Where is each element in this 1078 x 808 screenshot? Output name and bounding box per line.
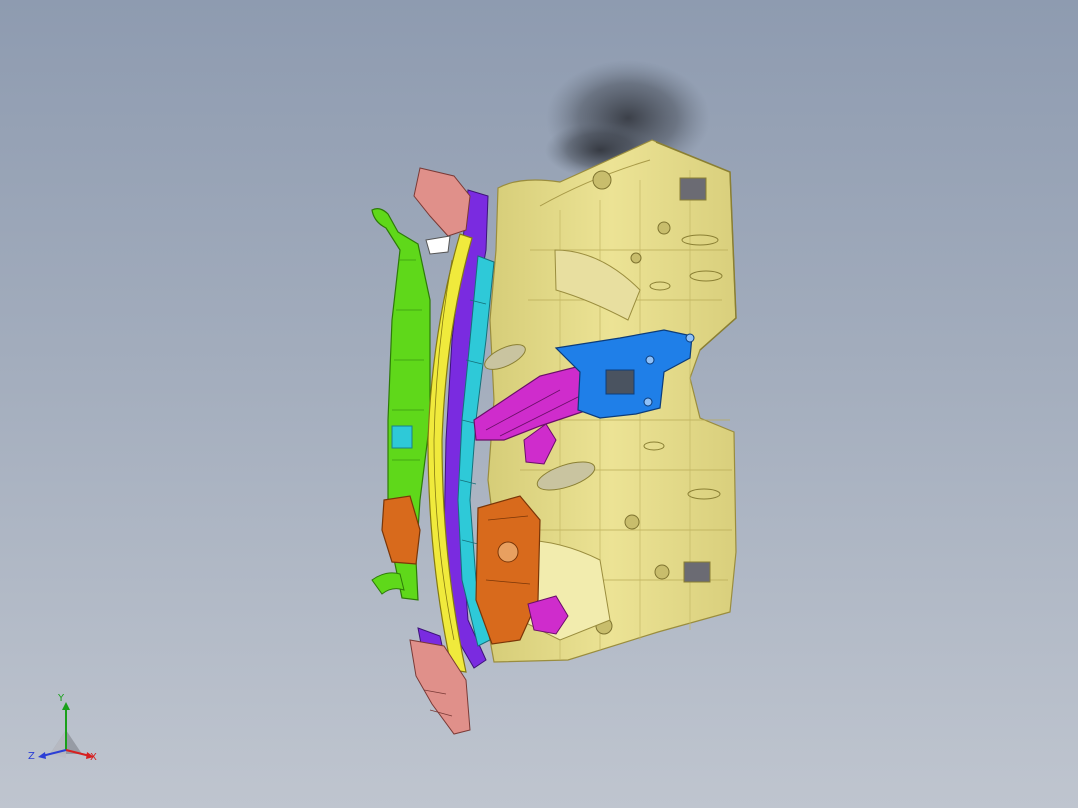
triad-y-label: Y [58, 693, 65, 704]
triad-z-label: Z [28, 751, 35, 762]
triad-x-label: X [90, 752, 97, 763]
model-view[interactable] [0, 0, 1078, 808]
graphics-viewport[interactable]: Y Z X [0, 0, 1078, 808]
orientation-triad[interactable]: Y Z X [24, 692, 108, 772]
